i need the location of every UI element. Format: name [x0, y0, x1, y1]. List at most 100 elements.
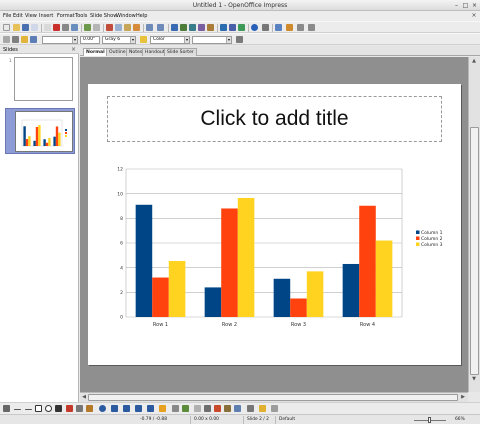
scroll-right-icon[interactable]: ▶: [459, 393, 467, 401]
fontwork-gallery-icon[interactable]: [194, 405, 201, 412]
autospellcheck-icon[interactable]: [93, 24, 100, 31]
zoom-slider[interactable]: [410, 416, 450, 424]
menu-insert[interactable]: Insert: [39, 13, 53, 19]
draw-arrow-icon[interactable]: [25, 409, 32, 410]
display-views-icon[interactable]: [275, 24, 282, 31]
stars-icon[interactable]: [159, 405, 166, 412]
new-slide-icon[interactable]: [308, 24, 315, 31]
menu-tools[interactable]: Tools: [75, 13, 87, 19]
scroll-left-icon[interactable]: ◀: [80, 393, 88, 401]
copy-icon[interactable]: [115, 24, 122, 31]
help-icon[interactable]: [251, 24, 258, 31]
line-style-select[interactable]: ▾: [42, 36, 78, 44]
scroll-down-icon[interactable]: ▼: [470, 375, 478, 383]
title-placeholder[interactable]: Click to add title: [107, 96, 442, 142]
horizontal-scroll-thumb[interactable]: [88, 394, 458, 401]
scroll-up-icon[interactable]: ▲: [470, 57, 478, 65]
menu-help[interactable]: Help: [136, 13, 147, 19]
rectangle-icon[interactable]: [35, 405, 42, 412]
open-icon[interactable]: [13, 24, 20, 31]
paste-icon[interactable]: [124, 24, 131, 31]
slide-layout-icon[interactable]: [286, 24, 293, 31]
text-icon[interactable]: [55, 405, 62, 412]
image-icon[interactable]: [189, 24, 196, 31]
cut-icon[interactable]: [106, 24, 113, 31]
new-icon[interactable]: [3, 24, 10, 31]
area-fill-select[interactable]: ▾: [192, 36, 232, 44]
minimize-icon[interactable]: –: [453, 2, 460, 9]
arrange-icon[interactable]: [247, 405, 254, 412]
line-icon[interactable]: [12, 36, 19, 43]
zoom-icon[interactable]: [229, 24, 236, 31]
tab-normal[interactable]: Normal: [83, 48, 108, 56]
slide-thumbnail-2[interactable]: [15, 111, 73, 152]
redo-icon[interactable]: [157, 24, 164, 31]
y-tick-label: 12: [117, 167, 123, 173]
arrow-style-icon[interactable]: [30, 36, 37, 43]
slide-canvas[interactable]: Click to add title 0 2 4 6 8 10 12 Row 1 Row 2 Ro…: [88, 84, 461, 365]
menu-slide-show[interactable]: Slide Show: [90, 13, 117, 19]
email-icon[interactable]: [31, 24, 38, 31]
curve-icon[interactable]: [66, 405, 73, 412]
horizontal-scrollbar[interactable]: ◀ ▶: [80, 392, 468, 402]
tab-slide-sorter[interactable]: Slide Sorter: [164, 48, 197, 56]
chart-icon[interactable]: [171, 24, 178, 31]
table-icon[interactable]: [180, 24, 187, 31]
style-icon[interactable]: [3, 36, 10, 43]
menu-view[interactable]: View: [25, 13, 37, 19]
hyperlink-icon[interactable]: [207, 24, 214, 31]
extrusion-icon[interactable]: [224, 405, 231, 412]
spellcheck-icon[interactable]: [84, 24, 91, 31]
from-file-icon[interactable]: [204, 405, 211, 412]
area-style-select[interactable]: Color ▾: [150, 36, 190, 44]
edit-file-icon[interactable]: [44, 24, 51, 31]
area-icon[interactable]: [21, 36, 28, 43]
flowchart-icon[interactable]: [135, 405, 142, 412]
points-icon[interactable]: [172, 405, 179, 412]
toggle-extrusion-icon[interactable]: [271, 405, 278, 412]
export-pdf-icon[interactable]: [53, 24, 60, 31]
draw-line-icon[interactable]: [14, 409, 21, 410]
fontwork-icon[interactable]: [198, 24, 205, 31]
menu-format[interactable]: Format: [57, 13, 75, 19]
slide-thumbnail-1[interactable]: [14, 57, 73, 101]
close-document-icon[interactable]: ×: [471, 12, 477, 19]
page-preview-icon[interactable]: [71, 24, 78, 31]
callouts-icon[interactable]: [147, 405, 154, 412]
line-color-select[interactable]: Gray 6 ▾: [102, 36, 136, 44]
slide-thumbnail-2-selected[interactable]: [5, 108, 75, 154]
symbol-shapes-icon[interactable]: [111, 405, 118, 412]
effects-icon[interactable]: [259, 405, 266, 412]
glue-points-icon[interactable]: [182, 405, 189, 412]
menu-window[interactable]: Window: [116, 13, 136, 19]
save-icon[interactable]: [22, 24, 29, 31]
ellipse-icon[interactable]: [45, 405, 52, 412]
close-icon[interactable]: ×: [471, 2, 478, 9]
more-options-icon[interactable]: [262, 24, 269, 31]
zoom-level[interactable]: 66%: [455, 416, 465, 424]
block-arrows-icon[interactable]: [123, 405, 130, 412]
menu-file[interactable]: File: [3, 13, 11, 19]
fill-bucket-icon[interactable]: [140, 36, 147, 43]
format-paintbrush-icon[interactable]: [133, 24, 140, 31]
gallery-icon[interactable]: [238, 24, 245, 31]
menu-edit[interactable]: Edit: [13, 13, 23, 19]
basic-shapes-icon[interactable]: [99, 405, 106, 412]
select-icon[interactable]: [3, 405, 10, 412]
shadow-icon[interactable]: [236, 36, 243, 43]
connector-icon[interactable]: [76, 405, 83, 412]
close-pane-icon[interactable]: ×: [71, 46, 76, 53]
maximize-icon[interactable]: □: [462, 2, 469, 9]
slide-design-icon[interactable]: [297, 24, 304, 31]
navigator-icon[interactable]: [220, 24, 227, 31]
undo-icon[interactable]: [146, 24, 153, 31]
vertical-scroll-thumb[interactable]: [470, 127, 479, 375]
lines-arrows-icon[interactable]: [86, 405, 93, 412]
vertical-scrollbar[interactable]: ▲ ▼: [468, 57, 480, 392]
align-icon[interactable]: [234, 405, 241, 412]
gallery-draw-icon[interactable]: [214, 405, 221, 412]
bar-1-1: [23, 126, 26, 146]
print-icon[interactable]: [62, 24, 69, 31]
line-width-field[interactable]: 0.00": [80, 36, 100, 44]
chart-object[interactable]: 024681012Row 1 Row 2 Row 3 Row 4Column 1Col…: [111, 162, 456, 342]
